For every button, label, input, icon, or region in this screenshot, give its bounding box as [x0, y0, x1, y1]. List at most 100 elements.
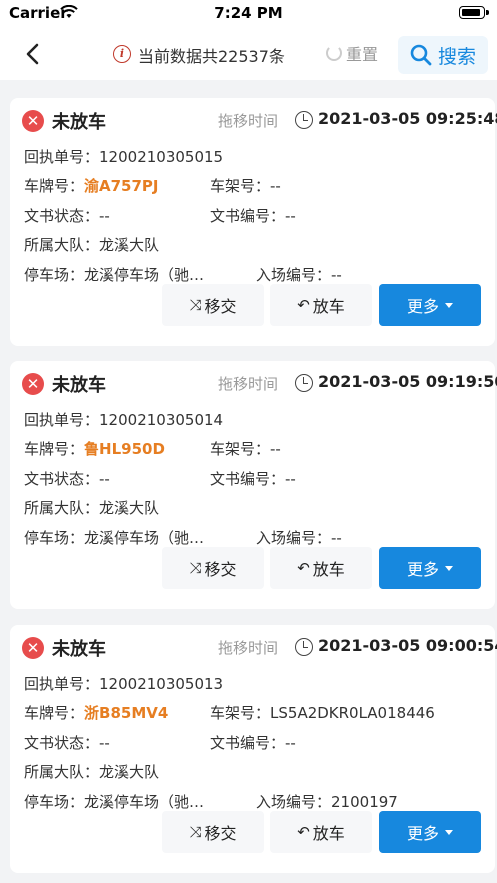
undo-icon: ↶ [297, 296, 310, 314]
doc-no-label: 文书编号： [210, 207, 286, 225]
record-card[interactable]: ✕ 未放车 拖移时间 2021-03-05 09:19:50 回执单号：1200… [10, 361, 497, 609]
receipt-value: 1200210305013 [99, 675, 224, 693]
doc-no-value: -- [285, 470, 296, 488]
reset-button[interactable]: 重置 [326, 42, 378, 64]
plate-label: 车牌号： [24, 704, 85, 722]
doc-status-row: 文书状态：-- [24, 468, 110, 489]
record-count-text: 当前数据共22537条 [138, 47, 285, 66]
frame-row: 车架号：LS5A2DKR0LA018446 [210, 702, 435, 723]
parking-label: 停车场： [24, 793, 85, 811]
parking-label: 停车场： [24, 266, 85, 284]
brigade-label: 所属大队： [24, 499, 100, 517]
transfer-label: 移交 [204, 824, 237, 843]
frame-label: 车架号： [210, 177, 271, 195]
undo-icon: ↶ [297, 559, 310, 577]
doc-status-value: -- [99, 470, 110, 488]
entry-label: 入场编号： [256, 793, 332, 811]
more-button[interactable]: 更多 [379, 547, 481, 589]
frame-row: 车架号：-- [210, 438, 281, 459]
receipt-row: 回执单号：1200210305014 [24, 409, 223, 430]
receipt-label: 回执单号： [24, 411, 100, 429]
status-bar: Carrier 7:24 PM [0, 0, 497, 28]
caret-down-icon [445, 829, 453, 835]
brigade-value: 龙溪大队 [99, 236, 160, 254]
tow-time-label: 拖移时间 [218, 639, 279, 657]
frame-row: 车架号：-- [210, 175, 281, 196]
parking-label: 停车场： [24, 529, 85, 547]
transfer-label: 移交 [204, 297, 237, 316]
shuffle-icon: ⤨ [189, 823, 202, 841]
entry-value: 2100197 [331, 793, 398, 811]
doc-no-label: 文书编号： [210, 470, 286, 488]
caret-down-icon [445, 302, 453, 308]
receipt-row: 回执单号：1200210305013 [24, 673, 223, 694]
tow-time-value: 2021-03-05 09:25:48 [318, 109, 497, 128]
clock-icon [295, 374, 313, 392]
undo-icon: ↶ [297, 823, 310, 841]
battery-icon [459, 6, 489, 19]
search-button[interactable]: 搜索 [398, 36, 488, 74]
release-button[interactable]: ↶ 放车 [270, 547, 372, 589]
release-label: 放车 [312, 824, 345, 843]
plate-label: 车牌号： [24, 177, 85, 195]
frame-label: 车架号： [210, 704, 271, 722]
frame-label: 车架号： [210, 440, 271, 458]
plate-value: 浙B85MV4 [84, 704, 169, 722]
brigade-value: 龙溪大队 [99, 763, 160, 781]
transfer-button[interactable]: ⤨ 移交 [162, 811, 264, 853]
transfer-button[interactable]: ⤨ 移交 [162, 284, 264, 326]
close-circle-icon: ✕ [22, 637, 44, 659]
parking-value: 龙溪停车场（驰… [84, 529, 205, 547]
tow-time-label: 拖移时间 [218, 112, 279, 130]
record-card[interactable]: ✕ 未放车 拖移时间 2021-03-05 09:00:54 回执单号：1200… [10, 625, 497, 873]
transfer-button[interactable]: ⤨ 移交 [162, 547, 264, 589]
transfer-label: 移交 [204, 560, 237, 579]
tow-time-value: 2021-03-05 09:19:50 [318, 372, 497, 391]
doc-no-row: 文书编号：-- [210, 468, 296, 489]
more-label: 更多 [406, 560, 439, 579]
parking-value: 龙溪停车场（驰… [84, 266, 205, 284]
close-circle-icon: ✕ [22, 110, 44, 132]
brigade-row: 所属大队：龙溪大队 [24, 234, 159, 255]
plate-row: 车牌号：鲁HL950D [24, 438, 165, 459]
doc-status-value: -- [99, 734, 110, 752]
receipt-label: 回执单号： [24, 148, 100, 166]
record-card[interactable]: ✕ 未放车 拖移时间 2021-03-05 09:25:48 回执单号：1200… [10, 98, 497, 346]
release-button[interactable]: ↶ 放车 [270, 284, 372, 326]
doc-status-value: -- [99, 207, 110, 225]
entry-value: -- [331, 266, 342, 284]
release-button[interactable]: ↶ 放车 [270, 811, 372, 853]
caret-down-icon [445, 565, 453, 571]
parking-row: 停车场：龙溪停车场（驰… [24, 264, 204, 285]
release-status: 未放车 [52, 375, 106, 396]
tow-time-label: 拖移时间 [218, 375, 279, 393]
close-circle-icon: ✕ [22, 373, 44, 395]
search-label: 搜索 [437, 45, 476, 68]
doc-no-row: 文书编号：-- [210, 205, 296, 226]
receipt-row: 回执单号：1200210305015 [24, 146, 223, 167]
release-label: 放车 [312, 560, 345, 579]
parking-value: 龙溪停车场（驰… [84, 793, 205, 811]
more-button[interactable]: 更多 [379, 284, 481, 326]
entry-value: -- [331, 529, 342, 547]
doc-no-row: 文书编号：-- [210, 732, 296, 753]
brigade-label: 所属大队： [24, 763, 100, 781]
entry-label: 入场编号： [256, 529, 332, 547]
parking-row: 停车场：龙溪停车场（驰… [24, 527, 204, 548]
refresh-icon [326, 45, 342, 61]
back-button[interactable] [18, 38, 48, 70]
more-button[interactable]: 更多 [379, 811, 481, 853]
plate-row: 车牌号：渝A757PJ [24, 175, 159, 196]
brigade-row: 所属大队：龙溪大队 [24, 497, 159, 518]
entry-label: 入场编号： [256, 266, 332, 284]
clock-icon [295, 111, 313, 129]
clock-time: 7:24 PM [214, 4, 283, 22]
plate-label: 车牌号： [24, 440, 85, 458]
receipt-value: 1200210305014 [99, 411, 224, 429]
doc-no-label: 文书编号： [210, 734, 286, 752]
info-icon: i [113, 45, 131, 63]
shuffle-icon: ⤨ [189, 296, 202, 314]
frame-value: -- [270, 177, 281, 195]
receipt-label: 回执单号： [24, 675, 100, 693]
plate-row: 车牌号：浙B85MV4 [24, 702, 168, 723]
